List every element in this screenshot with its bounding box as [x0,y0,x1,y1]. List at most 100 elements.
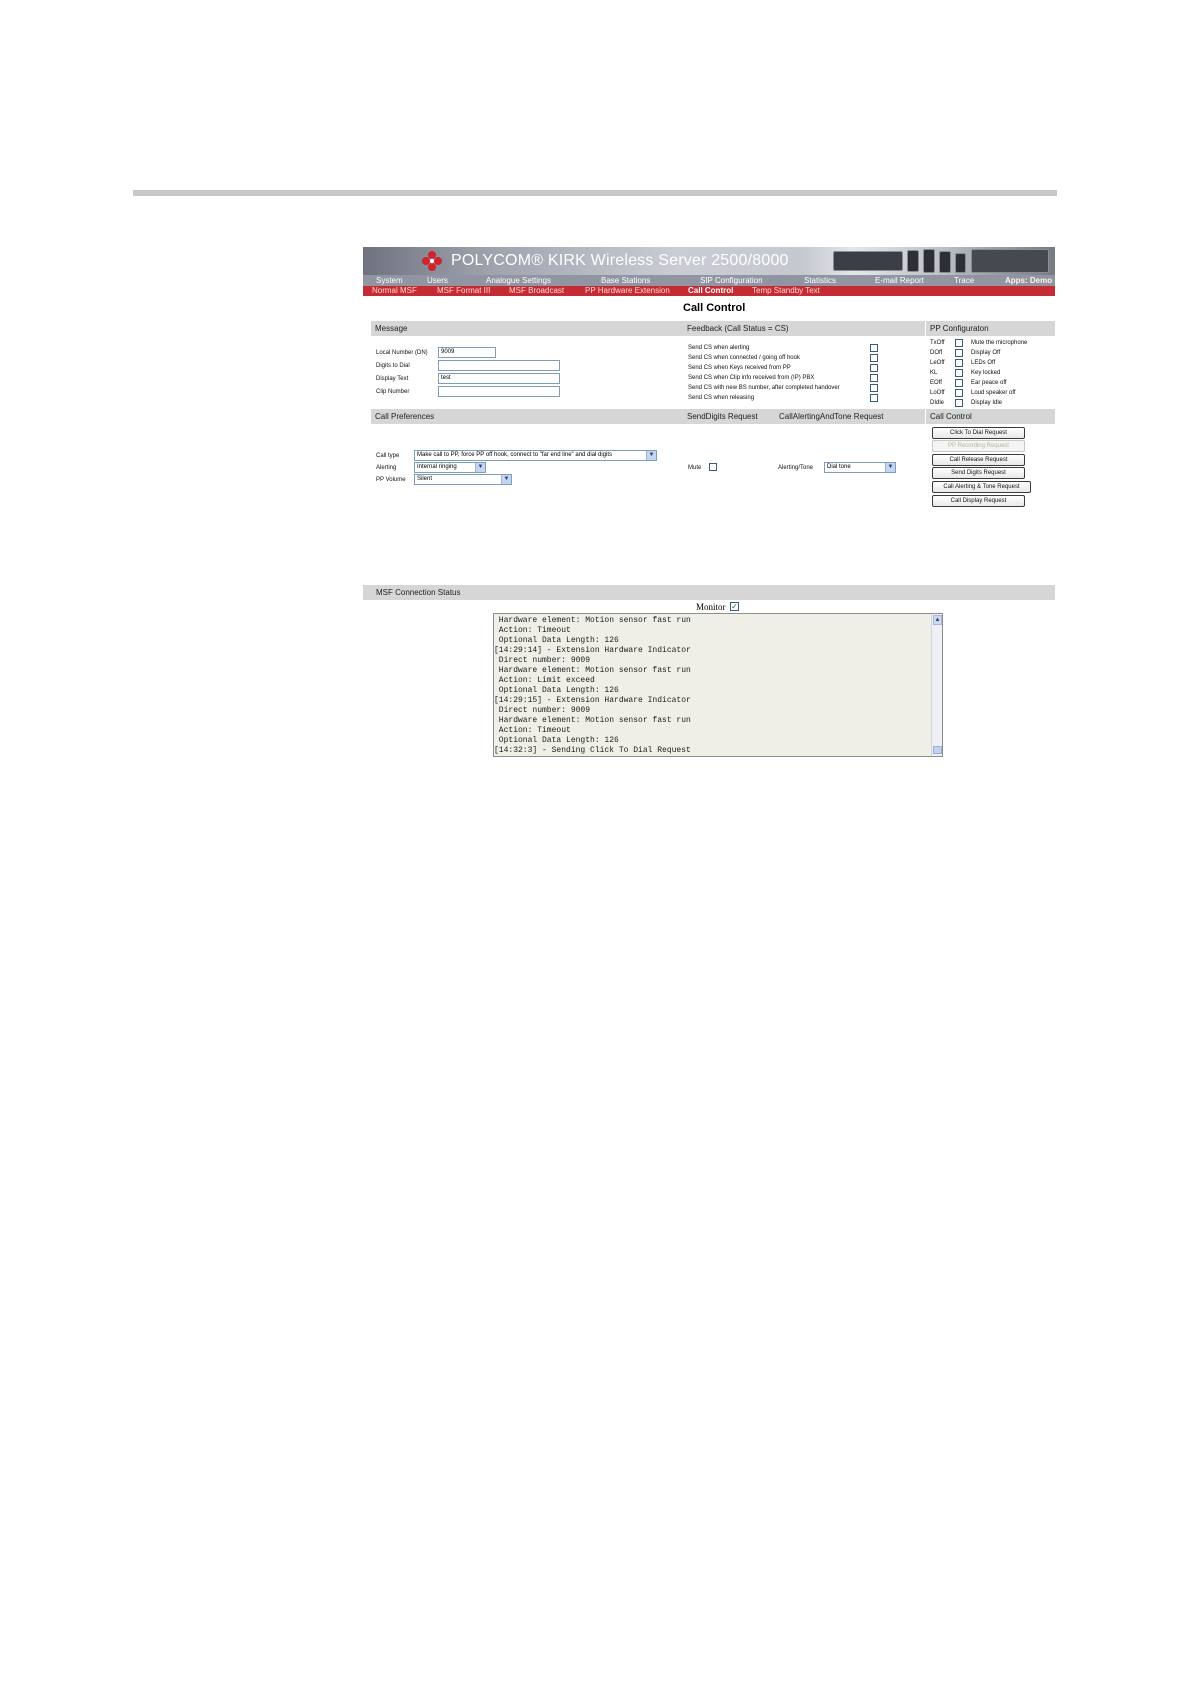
kirk-web-admin-screenshot: POLYCOM® KIRK Wireless Server 2500/8000 … [363,247,1055,757]
display-text-label: Display Text [376,376,409,382]
pp-code-doff: DOff [930,350,943,356]
submenu-item-temp-standby-text[interactable]: Temp Standby Text [752,286,820,296]
pp-volume-select[interactable]: Silent ▼ [414,474,512,485]
page-title: Call Control [683,302,746,314]
scroll-thumb[interactable] [933,746,942,754]
alerting-tone-value: Dial tone [827,464,851,470]
pp-config-section-header: PP Configuraton [926,321,1055,336]
local-number-label: Local Number (DN) [376,350,428,356]
pp-txoff-checkbox[interactable] [955,339,963,347]
menu-item-email-report[interactable]: E-mail Report [875,275,924,286]
pp-recording-button[interactable]: PP Recording Request [932,440,1025,452]
call-release-button[interactable]: Call Release Request [932,454,1025,466]
main-menu: System Users Analogue Settings Base Stat… [363,275,1055,286]
menu-item-apps[interactable]: Apps: Demo [1005,275,1052,286]
pp-code-txoff: TxOff [930,340,945,346]
log-line: Hardware element: Motion sensor fast run [494,616,691,625]
feedback-connected-label: Send CS when connected / going off hook [688,355,800,361]
log-line: Direct number: 9009 [494,656,591,665]
pp-label-didle: Display Idle [971,400,1003,406]
submenu-item-normal-msf[interactable]: Normal MSF [372,286,417,296]
pp-volume-label: PP Volume [376,477,406,483]
feedback-clip-checkbox[interactable] [870,374,878,382]
log-scrollbar[interactable]: ▲ [931,614,942,756]
feedback-releasing-checkbox[interactable] [870,394,878,402]
log-line: [14:32:3] - Sending Click To Dial Reques… [494,746,691,755]
call-alerting-tone-button[interactable]: Call Alerting & Tone Request [932,481,1031,493]
log-line: Optional Data Length: 126 [494,636,619,645]
log-line: [14:29:14] - Extension Hardware Indicato… [494,646,691,655]
header-banner: POLYCOM® KIRK Wireless Server 2500/8000 [363,247,1055,275]
log-line: Action: Timeout [494,726,571,735]
digits-to-dial-label: Digits to Dial [376,363,410,369]
message-section-header: Message [371,321,689,336]
polycom-logo-icon [422,251,442,271]
menu-item-trace[interactable]: Trace [954,275,974,286]
feedback-keys-checkbox[interactable] [870,364,878,372]
chevron-down-icon: ▼ [475,463,485,472]
pp-kl-checkbox[interactable] [955,369,963,377]
feedback-alerting-checkbox[interactable] [870,344,878,352]
pp-label-leoff: LEDs Off [971,360,996,366]
pp-looff-checkbox[interactable] [955,389,963,397]
pp-label-kl: Key locked [971,370,1001,376]
mute-label: Mute [688,465,702,471]
submenu-item-call-control[interactable]: Call Control [688,286,733,296]
feedback-keys-label: Send CS when Keys received from PP [688,365,791,371]
clip-number-label: Clip Number [376,389,410,395]
menu-item-base-stations[interactable]: Base Stations [601,275,650,286]
pp-code-eoff: EOff [930,380,942,386]
monitor-checkbox[interactable]: ✓ [730,602,739,611]
pp-didle-checkbox[interactable] [955,399,963,407]
pp-eoff-checkbox[interactable] [955,379,963,387]
click-to-dial-button[interactable]: Click To Dial Request [932,427,1025,439]
log-line: Hardware element: Motion sensor fast run [494,666,691,675]
menu-item-statistics[interactable]: Statistics [804,275,836,286]
scroll-up-icon[interactable]: ▲ [933,615,942,625]
log-line: [14:29:15] - Extension Hardware Indicato… [494,696,691,705]
pp-code-leoff: LeOff [930,360,945,366]
pp-label-looff: Loud speaker off [971,390,1016,396]
feedback-handover-label: Send CS with new BS number, after comple… [688,385,840,391]
call-control-header: Call Control [926,409,1055,424]
pp-volume-value: Silent [417,476,433,482]
product-devices-image [803,247,1055,275]
monitor-label: Monitor [696,602,726,612]
feedback-handover-checkbox[interactable] [870,384,878,392]
submenu-item-msf-format-iii[interactable]: MSF Format III [437,286,490,296]
digits-to-dial-input[interactable] [438,360,560,371]
page-top-rule [133,190,1057,196]
menu-item-sip-configuration[interactable]: SIP Configuration [700,275,763,286]
call-type-value: Make call to PP, force PP off hook, conn… [417,452,613,458]
display-text-input[interactable]: test [438,373,560,384]
call-type-select[interactable]: Make call to PP, force PP off hook, conn… [414,450,657,461]
msf-status-header: MSF Connection Status [363,585,1055,600]
brand-title: POLYCOM® KIRK Wireless Server 2500/8000 [451,252,789,269]
log-line: Optional Data Length: 126 [494,736,619,745]
chevron-down-icon: ▼ [501,475,511,484]
alerting-select[interactable]: Internal ringing ▼ [414,462,486,473]
send-digits-button[interactable]: Send Digits Request [932,467,1025,479]
feedback-connected-checkbox[interactable] [870,354,878,362]
feedback-clip-label: Send CS when Clip info received from (IP… [688,375,815,381]
call-display-button[interactable]: Call Display Request [932,495,1025,507]
submenu-item-msf-broadcast[interactable]: MSF Broadcast [509,286,564,296]
menu-item-system[interactable]: System [376,275,403,286]
log-line: Action: Timeout [494,626,571,635]
menu-item-analogue-settings[interactable]: Analogue Settings [486,275,551,286]
submenu-item-pp-hardware-extension[interactable]: PP Hardware Extension [585,286,670,296]
alerting-tone-header: CallAlertingAndTone Request [775,409,925,424]
pp-leoff-checkbox[interactable] [955,359,963,367]
local-number-input[interactable]: 9009 [438,347,496,358]
mute-checkbox[interactable] [709,463,717,471]
alerting-tone-select[interactable]: Dial tone ▼ [824,462,896,473]
pp-code-looff: LoOff [930,390,945,396]
pp-doff-checkbox[interactable] [955,349,963,357]
feedback-section-header: Feedback (Call Status = CS) [683,321,925,336]
chevron-down-icon: ▼ [885,463,895,472]
feedback-alerting-label: Send CS when alerting [688,345,750,351]
clip-number-input[interactable] [438,386,560,397]
alerting-tone-label: Alerting/Tone [778,465,814,471]
status-log[interactable]: Hardware element: Motion sensor fast run… [493,613,943,757]
menu-item-users[interactable]: Users [427,275,448,286]
